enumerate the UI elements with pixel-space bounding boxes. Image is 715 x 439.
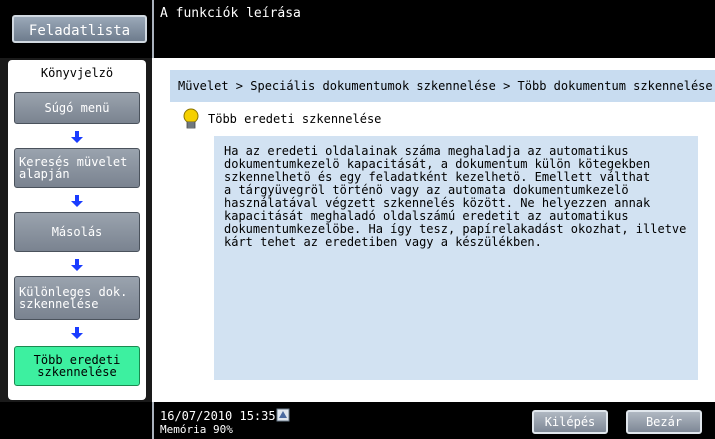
sidebar-item-help-menu[interactable]: Súgó menü xyxy=(14,92,140,124)
breadcrumb: Müvelet > Speciális dokumentumok szkenne… xyxy=(170,70,715,102)
network-icon xyxy=(276,408,290,422)
arrow-down-icon xyxy=(71,259,83,271)
status-bar: 16/07/2010 15:35 Memória 90% Kilépés Bez… xyxy=(0,402,715,439)
date-time: 16/07/2010 15:35 xyxy=(160,409,276,423)
divider xyxy=(152,402,154,439)
title-area: A funkciók leírása xyxy=(152,0,715,58)
description-text: Ha az eredeti oldalainak száma meghaladj… xyxy=(214,136,698,380)
bookmark-label: Könyvjelzö xyxy=(40,66,114,80)
sidebar-item-copy[interactable]: Másolás xyxy=(14,212,140,252)
tasklist-button[interactable]: Feladatlista xyxy=(12,15,147,43)
sidebar-item-special-doc-scan[interactable]: Különleges dok. szkennelése xyxy=(14,276,140,320)
arrow-down-icon xyxy=(71,327,83,339)
memory-status: Memória 90% xyxy=(160,423,233,436)
exit-button[interactable]: Kilépés xyxy=(532,410,608,434)
left-panel: Könyvjelzö Súgó menü Keresés müvelet ala… xyxy=(0,58,152,402)
bookmark-panel: Könyvjelzö Súgó menü Keresés müvelet ala… xyxy=(8,60,146,400)
scrollbar[interactable] xyxy=(709,102,715,402)
sidebar-item-label: Másolás xyxy=(51,225,103,239)
lightbulb-icon xyxy=(183,108,199,129)
top-bar: Feladatlista A funkciók leírása xyxy=(0,0,715,58)
topic-heading: Több eredeti szkennelése xyxy=(182,108,381,130)
sidebar-item-multi-original-scan[interactable]: Több eredeti szkennelése xyxy=(14,346,140,386)
page-title: A funkciók leírása xyxy=(160,6,301,21)
topic-title: Több eredeti szkennelése xyxy=(208,112,382,126)
content-area: Müvelet > Speciális dokumentumok szkenne… xyxy=(152,58,715,402)
arrow-down-icon xyxy=(71,195,83,207)
sidebar-item-label: Súgó menü xyxy=(44,101,110,115)
sidebar-item-label: Több eredeti szkennelése xyxy=(33,353,121,379)
sidebar-item-label: Különleges dok. szkennelése xyxy=(19,285,128,311)
arrow-down-icon xyxy=(71,131,83,143)
sidebar-item-search-by-operation[interactable]: Keresés müvelet alapján xyxy=(14,148,140,188)
close-button[interactable]: Bezár xyxy=(626,410,702,434)
help-screen: Feladatlista A funkciók leírása Könyvjel… xyxy=(0,0,715,439)
sidebar-item-label: Keresés müvelet alapján xyxy=(19,155,128,181)
